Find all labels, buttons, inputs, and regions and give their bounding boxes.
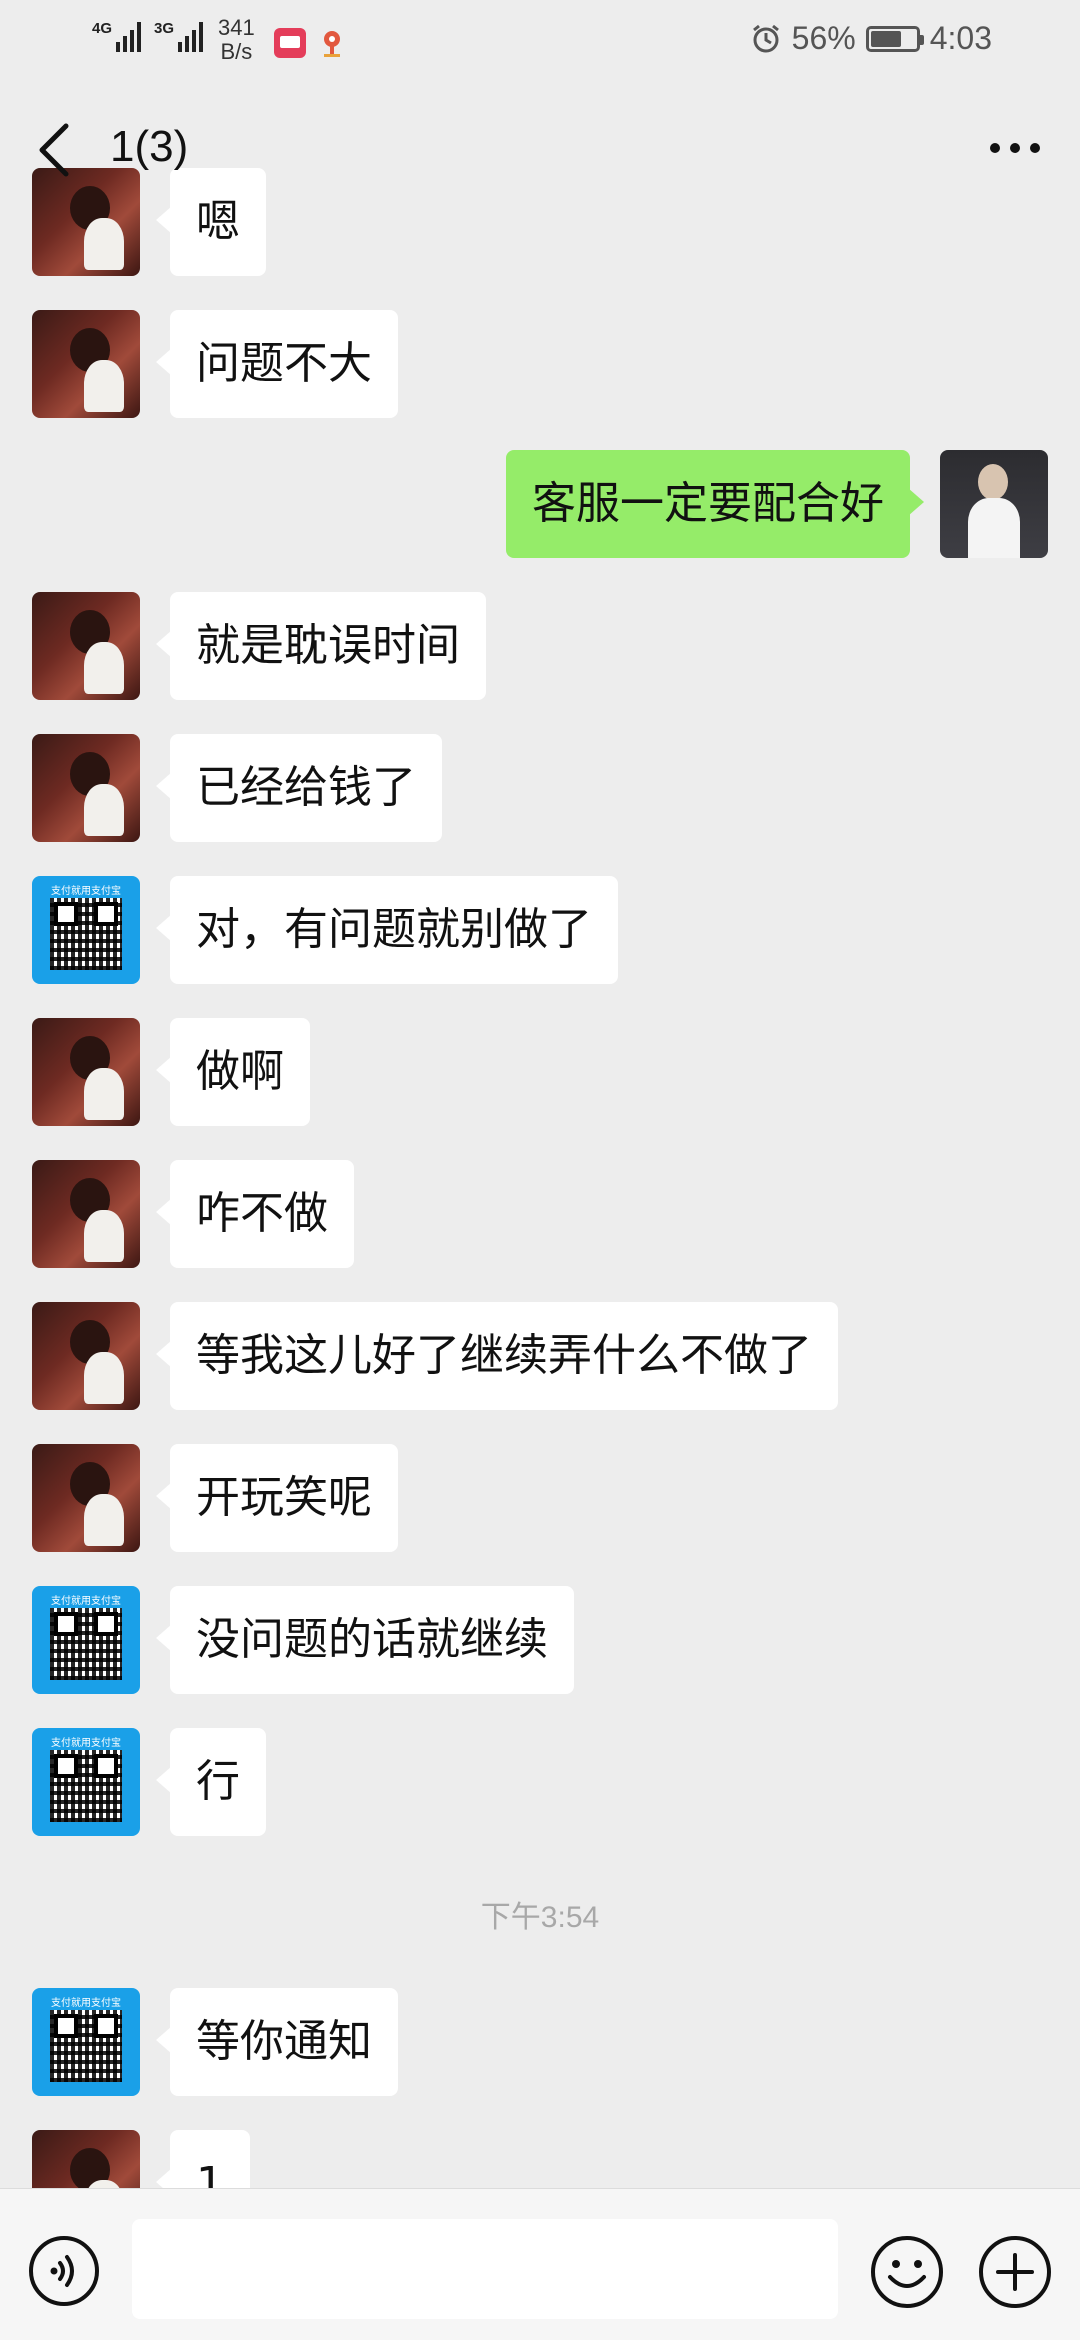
avatar[interactable] [32, 1018, 140, 1126]
alarm-icon [752, 24, 779, 52]
avatar[interactable] [32, 310, 140, 418]
more-options-icon[interactable] [988, 140, 1042, 156]
message-row: 等我这儿好了继续弄什么不做了 [0, 1302, 1080, 1410]
battery-percent: 56% [791, 20, 856, 56]
network-type-label-2: 3G [154, 20, 175, 37]
message-row: 开玩笑呢 [0, 1444, 1080, 1552]
avatar[interactable]: 支付就用支付宝 [32, 1728, 140, 1836]
network-type-label: 4G [92, 20, 113, 37]
location-pin-icon [324, 31, 340, 57]
message-row: 支付就用支付宝 没问题的话就继续 [0, 1586, 1080, 1694]
avatar[interactable]: 支付就用支付宝 [32, 1586, 140, 1694]
message-row: 支付就用支付宝 对，有问题就别做了 [0, 876, 1080, 984]
qr-code-image [50, 1608, 122, 1680]
qr-code-image [50, 2010, 122, 2082]
message-row: 客服一定要配合好 [0, 450, 1080, 558]
chat-screen: 4G 3G 341 B/s 56% 4:03 1(3) 嗯 问题不大 客服一定要… [0, 0, 1080, 2340]
cellular-signal-icon-2: 3G [154, 20, 203, 52]
avatar[interactable] [940, 450, 1048, 558]
avatar-caption: 支付就用支付宝 [51, 1738, 121, 1749]
chat-title: 1(3) [110, 122, 189, 171]
incoming-message-bubble[interactable]: 行 [156, 1728, 266, 1836]
qr-code-image [50, 898, 122, 970]
message-row: 问题不大 [0, 310, 1080, 418]
incoming-message-bubble[interactable]: 问题不大 [156, 310, 398, 418]
avatar-caption: 支付就用支付宝 [51, 1998, 121, 2009]
message-timestamp: 下午3:54 [480, 1901, 600, 1934]
avatar[interactable]: 支付就用支付宝 [32, 876, 140, 984]
message-row: 咋不做 [0, 1160, 1080, 1268]
status-right: 56% 4:03 [750, 20, 992, 57]
avatar[interactable] [32, 1444, 140, 1552]
incoming-message-bubble[interactable]: 开玩笑呢 [156, 1444, 398, 1552]
avatar[interactable]: 支付就用支付宝 [32, 1988, 140, 2096]
battery-icon [865, 25, 924, 52]
message-row: 支付就用支付宝 等你通知 [0, 1988, 1080, 2096]
back-arrow-icon[interactable] [30, 120, 76, 180]
status-bar: 4G 3G 341 B/s 56% 4:03 [0, 0, 1080, 86]
avatar[interactable] [32, 734, 140, 842]
network-speed-value: 341 [218, 15, 255, 40]
avatar-caption: 支付就用支付宝 [51, 886, 121, 897]
incoming-message-bubble[interactable]: 没问题的话就继续 [156, 1586, 574, 1694]
incoming-message-bubble[interactable]: 已经给钱了 [156, 734, 442, 842]
message-row: 支付就用支付宝 行 [0, 1728, 1080, 1836]
cellular-signal-icon: 4G [92, 20, 141, 52]
chat-header: 1(3) [0, 100, 1080, 200]
network-speed-unit: B/s [220, 39, 253, 64]
qr-code-image [50, 1750, 122, 1822]
avatar[interactable] [32, 1302, 140, 1410]
incoming-message-bubble[interactable]: 就是耽误时间 [156, 592, 486, 700]
incoming-message-bubble[interactable]: 对，有问题就别做了 [156, 876, 618, 984]
incoming-message-bubble[interactable]: 做啊 [156, 1018, 310, 1126]
avatar[interactable] [32, 592, 140, 700]
message-row: 已经给钱了 [0, 734, 1080, 842]
plus-icon[interactable] [978, 2235, 1052, 2309]
network-speed: 341 B/s [218, 16, 255, 64]
avatar[interactable] [32, 1160, 140, 1268]
input-bar [0, 2188, 1080, 2340]
message-row: 做啊 [0, 1018, 1080, 1126]
message-row: 就是耽误时间 [0, 592, 1080, 700]
incoming-message-bubble[interactable]: 咋不做 [156, 1160, 354, 1268]
emoji-icon[interactable] [870, 2235, 944, 2309]
outgoing-message-bubble[interactable]: 客服一定要配合好 [506, 450, 924, 558]
avatar-caption: 支付就用支付宝 [51, 1596, 121, 1607]
voice-icon[interactable] [28, 2235, 100, 2307]
incoming-message-bubble[interactable]: 等你通知 [156, 1988, 398, 2096]
incoming-message-bubble[interactable]: 等我这儿好了继续弄什么不做了 [156, 1302, 838, 1410]
message-input[interactable] [132, 2219, 838, 2319]
clock: 4:03 [929, 20, 992, 56]
notification-app-icon [274, 28, 306, 58]
